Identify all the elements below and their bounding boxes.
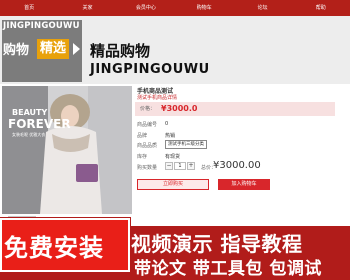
row-label-quantity: 购买数量 <box>137 165 158 171</box>
brand-title: 精品购物 <box>90 42 151 60</box>
promo-video-tutorial-text: 视频演示 指导教程 <box>131 232 303 256</box>
quantity-input[interactable] <box>174 162 186 170</box>
row-value-stock: 有现货 <box>165 154 181 160</box>
nav-item-forum[interactable]: 论坛 <box>233 0 291 16</box>
image-caption-small: BEAUTY <box>12 108 48 117</box>
price-label: 价格： <box>140 106 156 112</box>
logo-highlight-text: 精选 <box>37 39 70 59</box>
buy-now-button[interactable]: 立即购买 <box>137 179 209 190</box>
product-photo-illustration <box>2 86 132 214</box>
quantity-decrease-button[interactable]: − <box>165 162 173 170</box>
promo-extras-text: 带论文 带工具包 包调试 <box>134 259 322 279</box>
brand-subtitle: JINGPINGOUWU <box>90 62 210 77</box>
logo-chinese-text: 购物 <box>3 43 30 58</box>
nav-item-help[interactable]: 帮助 <box>292 0 350 16</box>
image-caption-large: FOREVER <box>8 117 71 131</box>
quantity-increase-button[interactable]: + <box>187 162 195 170</box>
nav-item-home[interactable]: 首页 <box>0 0 58 16</box>
top-nav: 首页 关家 会员中心 购物车 论坛 帮助 <box>0 0 350 16</box>
logo-english-text: JINGPINGOUWU <box>3 21 80 31</box>
row-value-brand: 热销 <box>165 133 176 139</box>
row-label-stock: 库存 <box>137 154 148 160</box>
product-image[interactable] <box>2 86 132 214</box>
promo-free-install-text: 免费安装 <box>4 234 104 262</box>
spec-option-button[interactable]: 测试手机三级分类 <box>165 140 207 149</box>
add-to-cart-button[interactable]: 加入购物车 <box>218 179 270 190</box>
row-value-sku: 0 <box>165 121 169 127</box>
nav-item-cart[interactable]: 购物车 <box>175 0 233 16</box>
row-label-sku: 商品编号 <box>137 122 158 128</box>
image-caption-sub: 女装毛呢 优雅大衣 <box>12 132 46 137</box>
nav-item-member-center[interactable]: 会员中心 <box>117 0 175 16</box>
total-value: ¥3000.00 <box>213 160 261 171</box>
product-subtitle: 测试手机商品详情 <box>137 95 178 101</box>
arrow-icon <box>73 43 80 55</box>
row-label-spec: 商品品质 <box>137 143 158 149</box>
nav-item-2[interactable]: 关家 <box>58 0 116 16</box>
row-label-brand: 品牌 <box>137 133 148 139</box>
price-value: ¥3000.0 <box>161 104 198 113</box>
